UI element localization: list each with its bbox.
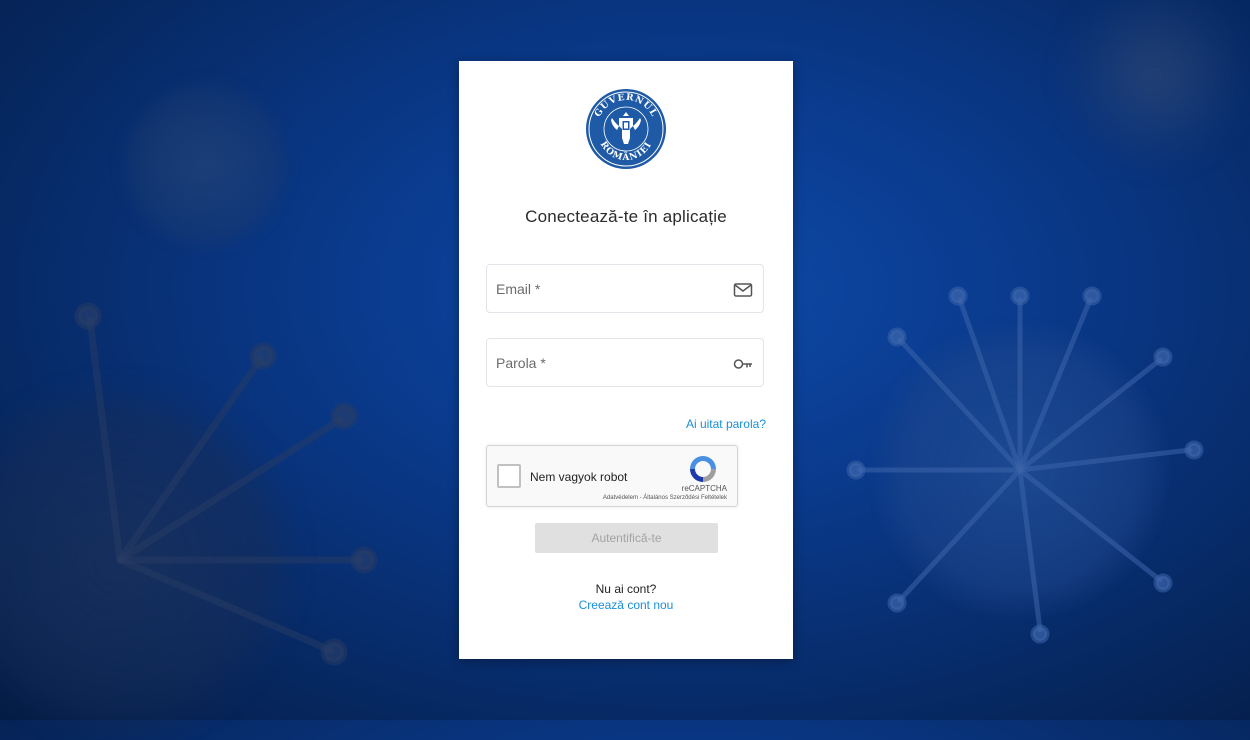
recaptcha-label: Nem vagyok robot — [530, 470, 628, 484]
government-seal-logo: GUVERNUL ROMÂNIEI — [586, 89, 666, 169]
envelope-icon — [733, 283, 753, 297]
login-button[interactable]: Autentifică-te — [535, 523, 718, 553]
email-field — [486, 264, 764, 313]
password-input[interactable] — [487, 339, 763, 386]
recaptcha-terms-links[interactable]: Adatvédelem - Általános Szerződési Felté… — [603, 495, 727, 501]
page-title: Conectează-te în aplicație — [525, 207, 727, 226]
forgot-password-link[interactable]: Ai uitat parola? — [686, 417, 766, 431]
recaptcha-widget: Nem vagyok robot reCAPTCHA Adatvédelem -… — [486, 445, 738, 507]
recaptcha-checkbox[interactable] — [497, 464, 521, 488]
key-icon — [733, 359, 752, 369]
recaptcha-brand: reCAPTCHA — [681, 484, 727, 493]
no-account-text: Nu ai cont? — [595, 582, 657, 596]
password-field — [486, 338, 764, 387]
login-card: GUVERNUL ROMÂNIEI Conectează-te în aplic… — [459, 61, 793, 659]
email-input[interactable] — [487, 265, 763, 312]
recaptcha-logo-icon — [690, 456, 716, 482]
create-account-link[interactable]: Creează cont nou — [459, 598, 793, 612]
